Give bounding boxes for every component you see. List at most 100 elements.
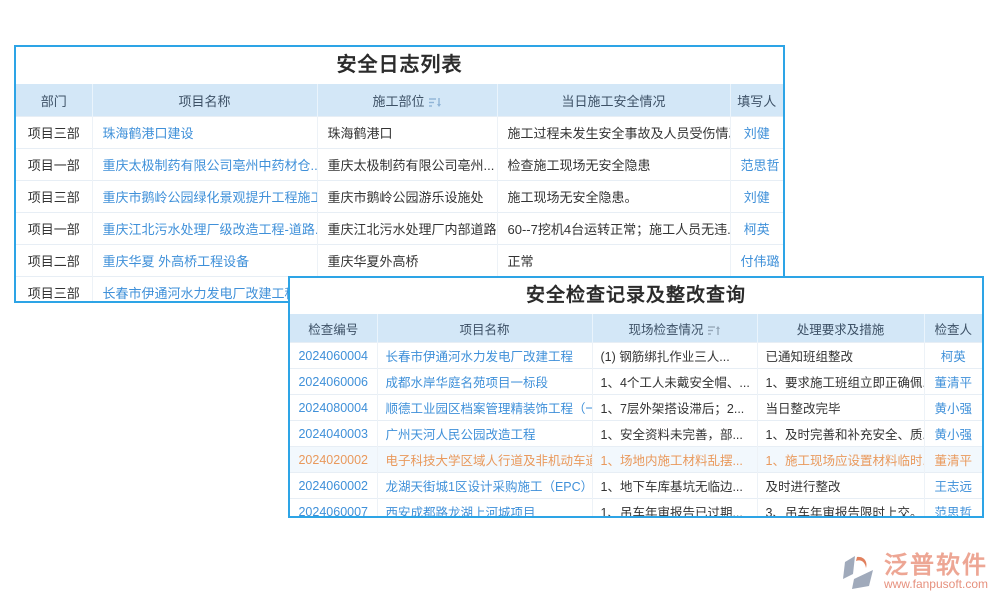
location-cell: 重庆华夏外高桥 [317, 245, 497, 277]
project-link[interactable]: 重庆太极制药有限公司亳州中药材仓... [92, 149, 317, 181]
col-header-site-check[interactable]: 现场检查情况 [592, 314, 757, 343]
dept-cell: 项目一部 [16, 149, 92, 181]
project-link[interactable]: 西安成都路龙湖上河城项目 [377, 499, 592, 519]
check-id-link[interactable]: 2024060002 [290, 473, 377, 499]
project-link[interactable]: 重庆市鹅岭公园绿化景观提升工程施工 [92, 181, 317, 213]
inspector-link[interactable]: 董清平 [924, 447, 982, 473]
measures-cell: 1、施工现场应设置材料临时... [757, 447, 924, 473]
inspector-link[interactable]: 王志远 [924, 473, 982, 499]
measures-cell: 1、要求施工班组立即正确佩... [757, 369, 924, 395]
dept-cell: 项目三部 [16, 181, 92, 213]
writer-link[interactable]: 柯英 [730, 213, 783, 245]
location-cell: 珠海鹤港口 [317, 117, 497, 149]
col-header-label: 现场检查情况 [628, 323, 703, 337]
table-row: 2024080004 顺德工业园区档案管理精装饰工程（一标段 1、7层外架搭设滞… [290, 395, 982, 421]
table-row: 项目一部 重庆江北污水处理厂级改造工程-道路... 重庆江北污水处理厂内部道路 … [16, 213, 783, 245]
check-id-link[interactable]: 2024060004 [290, 343, 377, 369]
site-check-cell: 1、7层外架搭设滞后；2... [592, 395, 757, 421]
site-check-cell: 1、吊车年审报告已过期... [592, 499, 757, 519]
location-cell: 重庆市鹅岭公园游乐设施处 [317, 181, 497, 213]
measures-cell: 及时进行整改 [757, 473, 924, 499]
fanpu-logo-name: 泛普软件 [884, 554, 988, 578]
table-row: 2024040003 广州天河人民公园改造工程 1、安全资料未完善，部... 1… [290, 421, 982, 447]
col-header-project[interactable]: 项目名称 [377, 314, 592, 343]
fanpu-logo-icon [838, 552, 878, 592]
status-cell: 60--7挖机4台运转正常；施工人员无违... [497, 213, 730, 245]
site-check-cell: 1、场地内施工材料乱摆... [592, 447, 757, 473]
col-header-project[interactable]: 项目名称 [92, 84, 317, 117]
site-check-cell: (1) 钢筋绑扎作业三人... [592, 343, 757, 369]
project-link[interactable]: 重庆华夏 外高桥工程设备 [92, 245, 317, 277]
col-header-label: 施工部位 [372, 94, 424, 109]
fanpu-logo-url: www.fanpusoft.com [884, 578, 988, 591]
col-header-label: 当日施工安全情况 [561, 94, 665, 109]
measures-cell: 当日整改完毕 [757, 395, 924, 421]
table-header-row: 部门 项目名称 施工部位 当日施工安全情况 填写人 [16, 84, 783, 117]
inspection-table: 检查编号 项目名称 现场检查情况 处理要求及措施 检查人 2024060004 … [290, 314, 982, 518]
col-header-dept[interactable]: 部门 [16, 84, 92, 117]
inspector-link[interactable]: 柯英 [924, 343, 982, 369]
dept-cell: 项目三部 [16, 277, 92, 304]
inspection-query-panel: 安全检查记录及整改查询 检查编号 项目名称 现场检查情况 处理要求及措施 检查人… [288, 276, 984, 518]
col-header-measures[interactable]: 处理要求及措施 [757, 314, 924, 343]
col-header-label: 项目名称 [178, 94, 230, 109]
col-header-label: 填写人 [737, 94, 776, 109]
project-link[interactable]: 珠海鹤港口建设 [92, 117, 317, 149]
sort-icon[interactable] [708, 325, 721, 336]
col-header-location[interactable]: 施工部位 [317, 84, 497, 117]
col-header-inspector[interactable]: 检查人 [924, 314, 982, 343]
measures-cell: 3、吊车年审报告限时上交。 [757, 499, 924, 519]
col-header-writer[interactable]: 填写人 [730, 84, 783, 117]
project-link[interactable]: 广州天河人民公园改造工程 [377, 421, 592, 447]
col-header-status[interactable]: 当日施工安全情况 [497, 84, 730, 117]
col-header-check-id[interactable]: 检查编号 [290, 314, 377, 343]
table-row: 项目三部 重庆市鹅岭公园绿化景观提升工程施工 重庆市鹅岭公园游乐设施处 施工现场… [16, 181, 783, 213]
table-row: 2024060007 西安成都路龙湖上河城项目 1、吊车年审报告已过期... 3… [290, 499, 982, 519]
col-header-label: 项目名称 [459, 323, 509, 337]
project-link[interactable]: 龙湖天街城1区设计采购施工（EPC）总承 [377, 473, 592, 499]
measures-cell: 1、及时完善和补充安全、质... [757, 421, 924, 447]
table-row: 项目一部 重庆太极制药有限公司亳州中药材仓... 重庆太极制药有限公司亳州...… [16, 149, 783, 181]
project-link[interactable]: 电子科技大学区域人行道及非机动车道工程 [377, 447, 592, 473]
inspector-link[interactable]: 董清平 [924, 369, 982, 395]
project-link[interactable]: 重庆江北污水处理厂级改造工程-道路... [92, 213, 317, 245]
check-id-link[interactable]: 2024080004 [290, 395, 377, 421]
col-header-label: 检查人 [934, 323, 972, 337]
writer-link[interactable]: 付伟璐 [730, 245, 783, 277]
project-link[interactable]: 成都水岸华庭名苑项目一标段 [377, 369, 592, 395]
col-header-label: 处理要求及措施 [797, 323, 885, 337]
dept-cell: 项目三部 [16, 117, 92, 149]
project-link[interactable]: 顺德工业园区档案管理精装饰工程（一标段 [377, 395, 592, 421]
check-id-link[interactable]: 2024060006 [290, 369, 377, 395]
check-id-link[interactable]: 2024040003 [290, 421, 377, 447]
sort-icon[interactable] [429, 97, 442, 108]
status-cell: 施工过程未发生安全事故及人员受伤情况 [497, 117, 730, 149]
status-cell: 正常 [497, 245, 730, 277]
inspector-link[interactable]: 黄小强 [924, 421, 982, 447]
writer-link[interactable]: 范思哲 [730, 149, 783, 181]
safety-log-table: 部门 项目名称 施工部位 当日施工安全情况 填写人 项目三部 珠海鹤港口建设 珠… [16, 84, 783, 303]
dept-cell: 项目一部 [16, 213, 92, 245]
table-row: 项目二部 重庆华夏 外高桥工程设备 重庆华夏外高桥 正常 付伟璐 [16, 245, 783, 277]
measures-cell: 已通知班组整改 [757, 343, 924, 369]
writer-link[interactable]: 刘健 [730, 117, 783, 149]
project-link[interactable]: 长春市伊通河水力发电厂改建工程 [92, 277, 317, 304]
table-row: 项目三部 珠海鹤港口建设 珠海鹤港口 施工过程未发生安全事故及人员受伤情况 刘健 [16, 117, 783, 149]
inspector-link[interactable]: 范思哲 [924, 499, 982, 519]
check-id-link[interactable]: 2024020002 [290, 447, 377, 473]
col-header-label: 检查编号 [308, 323, 358, 337]
table-row: 2024060002 龙湖天街城1区设计采购施工（EPC）总承 1、地下车库基坑… [290, 473, 982, 499]
inspector-link[interactable]: 黄小强 [924, 395, 982, 421]
location-cell: 重庆太极制药有限公司亳州... [317, 149, 497, 181]
check-id-link[interactable]: 2024060007 [290, 499, 377, 519]
fanpu-logo: 泛普软件 www.fanpusoft.com [838, 552, 988, 592]
table-header-row: 检查编号 项目名称 现场检查情况 处理要求及措施 检查人 [290, 314, 982, 343]
inspection-query-title: 安全检查记录及整改查询 [290, 278, 982, 314]
site-check-cell: 1、4个工人未戴安全帽、... [592, 369, 757, 395]
site-check-cell: 1、地下车库基坑无临边... [592, 473, 757, 499]
project-link[interactable]: 长春市伊通河水力发电厂改建工程 [377, 343, 592, 369]
status-cell: 施工现场无安全隐患。 [497, 181, 730, 213]
table-row: 2024060004 长春市伊通河水力发电厂改建工程 (1) 钢筋绑扎作业三人.… [290, 343, 982, 369]
writer-link[interactable]: 刘健 [730, 181, 783, 213]
status-cell: 检查施工现场无安全隐患 [497, 149, 730, 181]
